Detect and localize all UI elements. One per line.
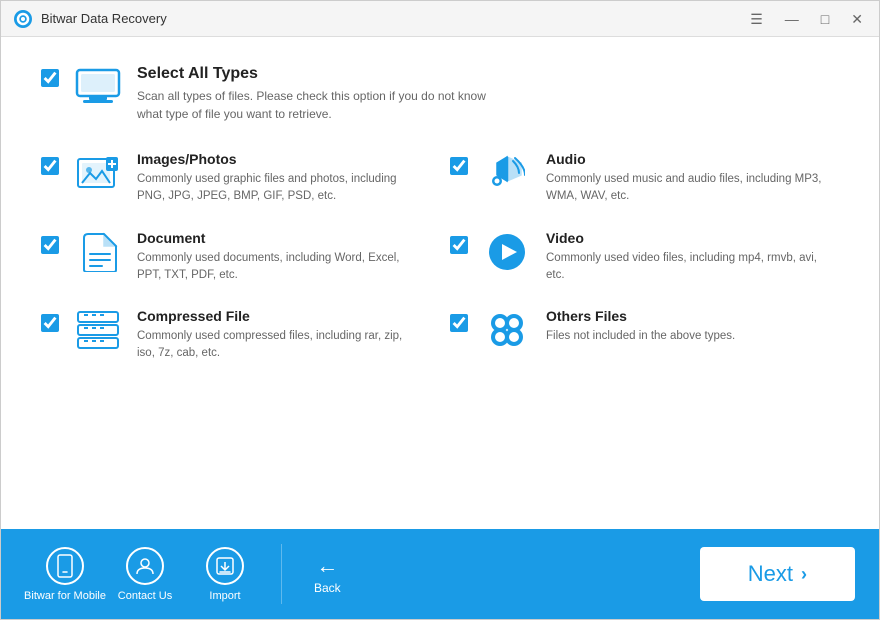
minimize-button[interactable]: — bbox=[781, 10, 803, 28]
compressed-checkbox-wrap[interactable] bbox=[41, 314, 59, 337]
audio-checkbox[interactable] bbox=[450, 157, 468, 175]
back-button[interactable]: ← Back bbox=[298, 545, 357, 603]
video-icon-wrap bbox=[482, 230, 532, 274]
video-checkbox-wrap[interactable] bbox=[450, 236, 468, 259]
type-item-images: Images/Photos Commonly used graphic file… bbox=[41, 151, 430, 206]
compressed-checkbox[interactable] bbox=[41, 314, 59, 332]
images-icon bbox=[76, 155, 120, 191]
select-all-text: Select All Types Scan all types of files… bbox=[137, 65, 497, 123]
select-all-checkbox[interactable] bbox=[41, 69, 59, 87]
select-all-checkbox-wrap[interactable] bbox=[41, 69, 59, 92]
others-icon bbox=[487, 310, 527, 350]
others-icon-wrap bbox=[482, 308, 532, 352]
back-label: Back bbox=[314, 581, 341, 595]
next-button[interactable]: Next › bbox=[700, 547, 855, 601]
window-controls: ☰ — □ ✕ bbox=[746, 10, 867, 28]
others-checkbox-wrap[interactable] bbox=[450, 314, 468, 337]
back-arrow-icon: ← bbox=[316, 553, 338, 579]
document-checkbox-wrap[interactable] bbox=[41, 236, 59, 259]
select-all-row: Select All Types Scan all types of files… bbox=[41, 65, 839, 123]
select-all-icon-wrap bbox=[73, 65, 123, 109]
video-description: Commonly used video files, including mp4… bbox=[546, 250, 826, 285]
select-all-description: Scan all types of files. Please check th… bbox=[137, 87, 497, 123]
title-bar: Bitwar Data Recovery ☰ — □ ✕ bbox=[1, 1, 879, 37]
app-icon bbox=[13, 9, 33, 29]
mobile-label: Bitwar for Mobile bbox=[24, 590, 106, 602]
type-item-document: Document Commonly used documents, includ… bbox=[41, 230, 430, 285]
bottom-bar: Bitwar for Mobile Contact Us Import bbox=[1, 529, 879, 619]
video-checkbox[interactable] bbox=[450, 236, 468, 254]
maximize-button[interactable]: □ bbox=[817, 10, 833, 28]
images-label: Images/Photos bbox=[137, 151, 417, 167]
document-label: Document bbox=[137, 230, 417, 246]
document-icon bbox=[78, 232, 118, 272]
video-label: Video bbox=[546, 230, 826, 246]
compressed-label: Compressed File bbox=[137, 308, 417, 324]
audio-text: Audio Commonly used music and audio file… bbox=[546, 151, 826, 206]
video-icon bbox=[487, 232, 527, 272]
type-item-compressed: Compressed File Commonly used compressed… bbox=[41, 308, 430, 363]
others-label: Others Files bbox=[546, 308, 735, 324]
next-label: Next bbox=[748, 561, 793, 587]
others-description: Files not included in the above types. bbox=[546, 328, 735, 345]
images-icon-wrap bbox=[73, 151, 123, 195]
compressed-description: Commonly used compressed files, includin… bbox=[137, 328, 417, 363]
main-content: Select All Types Scan all types of files… bbox=[1, 37, 879, 529]
audio-description: Commonly used music and audio files, inc… bbox=[546, 171, 826, 206]
images-text: Images/Photos Commonly used graphic file… bbox=[137, 151, 417, 206]
mobile-button[interactable]: Bitwar for Mobile bbox=[25, 539, 105, 610]
audio-icon-wrap bbox=[482, 151, 532, 195]
compressed-text: Compressed File Commonly used compressed… bbox=[137, 308, 417, 363]
close-button[interactable]: ✕ bbox=[847, 10, 867, 28]
contact-icon bbox=[126, 547, 164, 585]
images-checkbox-wrap[interactable] bbox=[41, 157, 59, 180]
mobile-icon bbox=[46, 547, 84, 585]
menu-button[interactable]: ☰ bbox=[746, 10, 767, 28]
compressed-icon-wrap bbox=[73, 308, 123, 352]
type-item-audio: Audio Commonly used music and audio file… bbox=[450, 151, 839, 206]
video-text: Video Commonly used video files, includi… bbox=[546, 230, 826, 285]
person-icon bbox=[135, 556, 155, 576]
import-icon bbox=[206, 547, 244, 585]
type-item-video: Video Commonly used video files, includi… bbox=[450, 230, 839, 285]
bottom-divider bbox=[281, 544, 282, 604]
images-checkbox[interactable] bbox=[41, 157, 59, 175]
document-icon-wrap bbox=[73, 230, 123, 274]
select-all-label: Select All Types bbox=[137, 65, 497, 83]
document-description: Commonly used documents, including Word,… bbox=[137, 250, 417, 285]
file-types-grid: Images/Photos Commonly used graphic file… bbox=[41, 151, 839, 363]
import-label: Import bbox=[209, 590, 240, 602]
document-text: Document Commonly used documents, includ… bbox=[137, 230, 417, 285]
next-chevron-icon: › bbox=[801, 564, 807, 585]
phone-icon bbox=[56, 554, 74, 578]
bottom-actions: Bitwar for Mobile Contact Us Import bbox=[25, 539, 700, 610]
import-svg-icon bbox=[215, 556, 235, 576]
others-text: Others Files Files not included in the a… bbox=[546, 308, 735, 345]
app-title: Bitwar Data Recovery bbox=[41, 11, 746, 26]
document-checkbox[interactable] bbox=[41, 236, 59, 254]
contact-button[interactable]: Contact Us bbox=[105, 539, 185, 610]
computer-icon bbox=[75, 68, 121, 106]
audio-icon bbox=[489, 153, 525, 193]
audio-checkbox-wrap[interactable] bbox=[450, 157, 468, 180]
import-button[interactable]: Import bbox=[185, 539, 265, 610]
type-item-others: Others Files Files not included in the a… bbox=[450, 308, 839, 363]
audio-label: Audio bbox=[546, 151, 826, 167]
images-description: Commonly used graphic files and photos, … bbox=[137, 171, 417, 206]
others-checkbox[interactable] bbox=[450, 314, 468, 332]
contact-label: Contact Us bbox=[118, 590, 172, 602]
compressed-icon bbox=[76, 310, 120, 350]
